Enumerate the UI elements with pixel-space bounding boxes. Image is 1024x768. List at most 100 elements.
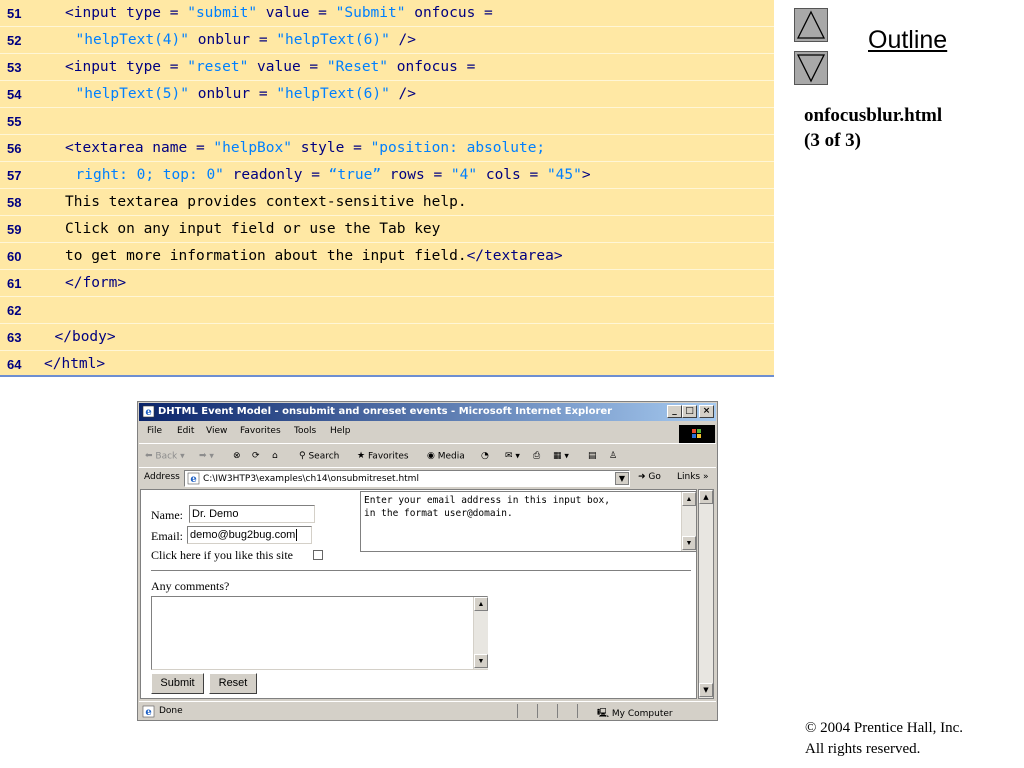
search-button[interactable]: ⚲ Search xyxy=(299,448,339,464)
favorites-button[interactable]: ★ Favorites xyxy=(357,448,409,464)
horizontal-rule xyxy=(151,570,691,572)
copyright-notice: © 2004 Prentice Hall, Inc. All rights re… xyxy=(805,718,963,760)
code-line: 61 </form> xyxy=(0,270,774,297)
home-icon: ⌂ xyxy=(272,451,278,461)
back-button[interactable]: ⬅ Back ▾ xyxy=(145,448,185,464)
ie-page-icon: e xyxy=(142,705,155,718)
links-button[interactable]: Links » xyxy=(677,472,709,482)
code-text: "helpText(5)" onblur = "helpText(6)" /> xyxy=(76,81,417,108)
code-token: "helpBox" xyxy=(213,140,292,156)
name-input[interactable]: Dr. Demo xyxy=(189,505,315,523)
code-token: </form> xyxy=(65,275,127,291)
media-button[interactable]: ◉ Media xyxy=(427,448,465,464)
discuss-button[interactable]: ▤ xyxy=(588,448,597,464)
code-text: Click on any input field or use the Tab … xyxy=(65,216,440,243)
comments-scrollbar[interactable]: ▲ ▼ xyxy=(473,597,488,669)
refresh-button[interactable]: ⟳ xyxy=(252,448,260,464)
address-dropdown-button[interactable]: ▼ xyxy=(615,472,629,485)
code-text: </body> xyxy=(55,324,116,351)
code-line: 54 "helpText(5)" onblur = "helpText(6)" /… xyxy=(0,81,774,108)
code-token: “true” xyxy=(328,167,382,183)
scroll-up-button[interactable]: ▲ xyxy=(682,492,696,506)
go-button[interactable]: ➜ Go xyxy=(638,472,661,482)
back-arrow-icon: ⬅ xyxy=(145,451,153,461)
help-scrollbar[interactable]: ▲ ▼ xyxy=(681,492,696,551)
scroll-down-button[interactable]: ▼ xyxy=(682,536,696,550)
outline-link[interactable]: Outline xyxy=(868,26,947,55)
edit-button[interactable]: ▦ ▾ xyxy=(553,448,569,464)
code-token: style = xyxy=(291,140,371,156)
code-token: "position: absolute; xyxy=(370,140,546,156)
help-textarea[interactable]: Enter your email address in this input b… xyxy=(360,491,696,552)
history-button[interactable]: ◔ xyxy=(481,448,489,464)
status-divider xyxy=(537,704,538,718)
line-number: 52 xyxy=(7,33,22,48)
mail-icon: ✉ xyxy=(505,451,513,461)
code-text: right: 0; top: 0" readonly = “true” rows… xyxy=(76,162,591,189)
code-token: <textarea name = xyxy=(65,140,214,156)
scroll-up-button[interactable]: ▲ xyxy=(474,597,488,611)
scroll-down-button[interactable]: ▼ xyxy=(474,654,488,668)
previous-slide-button[interactable] xyxy=(794,8,828,42)
submit-button[interactable]: Submit xyxy=(151,673,204,694)
reset-button[interactable]: Reset xyxy=(209,673,257,694)
code-token: "4" xyxy=(450,167,478,183)
next-slide-button[interactable] xyxy=(794,51,828,85)
code-text: <textarea name = "helpBox" style = "posi… xyxy=(65,135,545,162)
code-token: value = xyxy=(257,5,336,21)
forward-arrow-icon: ➡ xyxy=(199,451,207,461)
rights-line: All rights reserved. xyxy=(805,741,921,757)
close-button[interactable]: × xyxy=(699,405,714,418)
edit-icon: ▦ xyxy=(553,451,562,461)
messenger-button[interactable]: ♙ xyxy=(609,448,617,464)
code-token: </body> xyxy=(54,329,116,345)
line-number: 53 xyxy=(7,60,22,75)
triangle-up-icon xyxy=(796,10,826,39)
scroll-down-button[interactable]: ▼ xyxy=(699,683,713,697)
print-button[interactable]: ⎙ xyxy=(533,448,540,464)
like-site-label: Click here if you like this site xyxy=(151,548,293,562)
code-text: "helpText(4)" onblur = "helpText(6)" /> xyxy=(76,27,417,54)
name-label: Name: xyxy=(151,508,183,522)
email-input[interactable]: demo@bug2bug.com xyxy=(187,526,312,544)
print-icon: ⎙ xyxy=(533,451,541,461)
comments-textarea[interactable]: ▲ ▼ xyxy=(151,596,488,670)
code-line: 55 xyxy=(0,108,774,135)
code-token: to get more information about the input … xyxy=(65,248,467,264)
status-text: Done xyxy=(159,706,183,716)
standard-toolbar: ⬅ Back ▾ ➡ ▾ ⊗ ⟳ ⌂ ⚲ Search ★ Favorites … xyxy=(139,443,716,467)
mail-button[interactable]: ✉ ▾ xyxy=(505,448,520,464)
address-value: C:\IW3HTP3\examples\ch14\onsubmitreset.h… xyxy=(203,474,419,484)
menu-tools[interactable]: Tools xyxy=(294,426,316,436)
menu-favorites[interactable]: Favorites xyxy=(240,426,281,436)
code-line: 62 xyxy=(0,297,774,324)
code-token: readonly = xyxy=(223,167,329,183)
line-number: 54 xyxy=(7,87,22,102)
code-token: onblur = xyxy=(189,32,277,48)
history-icon: ◔ xyxy=(481,451,489,461)
line-number: 55 xyxy=(7,114,22,129)
code-line: 60 to get more information about the inpu… xyxy=(0,243,774,270)
discuss-icon: ▤ xyxy=(588,451,597,461)
page-scrollbar[interactable]: ▲ ▼ xyxy=(698,489,714,699)
code-token: Click on any input field or use the Tab … xyxy=(65,221,441,237)
menu-edit[interactable]: Edit xyxy=(177,426,194,436)
code-token: "reset" xyxy=(187,59,249,75)
menu-view[interactable]: View xyxy=(206,426,227,436)
code-listing: 51 <input type = "submit" value = "Submit… xyxy=(0,0,774,377)
minimize-button[interactable]: _ xyxy=(667,405,682,418)
code-line: 52 "helpText(4)" onblur = "helpText(6)" /… xyxy=(0,27,774,54)
code-token: "45" xyxy=(546,167,582,183)
slide-file-title: onfocusblur.html (3 of 3) xyxy=(804,103,942,153)
scroll-up-button[interactable]: ▲ xyxy=(699,490,713,504)
menu-help[interactable]: Help xyxy=(330,426,351,436)
address-input[interactable]: e C:\IW3HTP3\examples\ch14\onsubmitreset… xyxy=(184,470,630,487)
menu-file[interactable]: File xyxy=(147,426,162,436)
window-titlebar[interactable]: e DHTML Event Model - onsubmit and onres… xyxy=(139,403,716,421)
maximize-button[interactable]: □ xyxy=(682,405,697,418)
like-site-checkbox[interactable] xyxy=(313,550,323,560)
forward-button[interactable]: ➡ ▾ xyxy=(199,448,214,464)
code-text: </html> xyxy=(44,351,105,378)
stop-button[interactable]: ⊗ xyxy=(233,448,241,464)
home-button[interactable]: ⌂ xyxy=(272,448,278,464)
